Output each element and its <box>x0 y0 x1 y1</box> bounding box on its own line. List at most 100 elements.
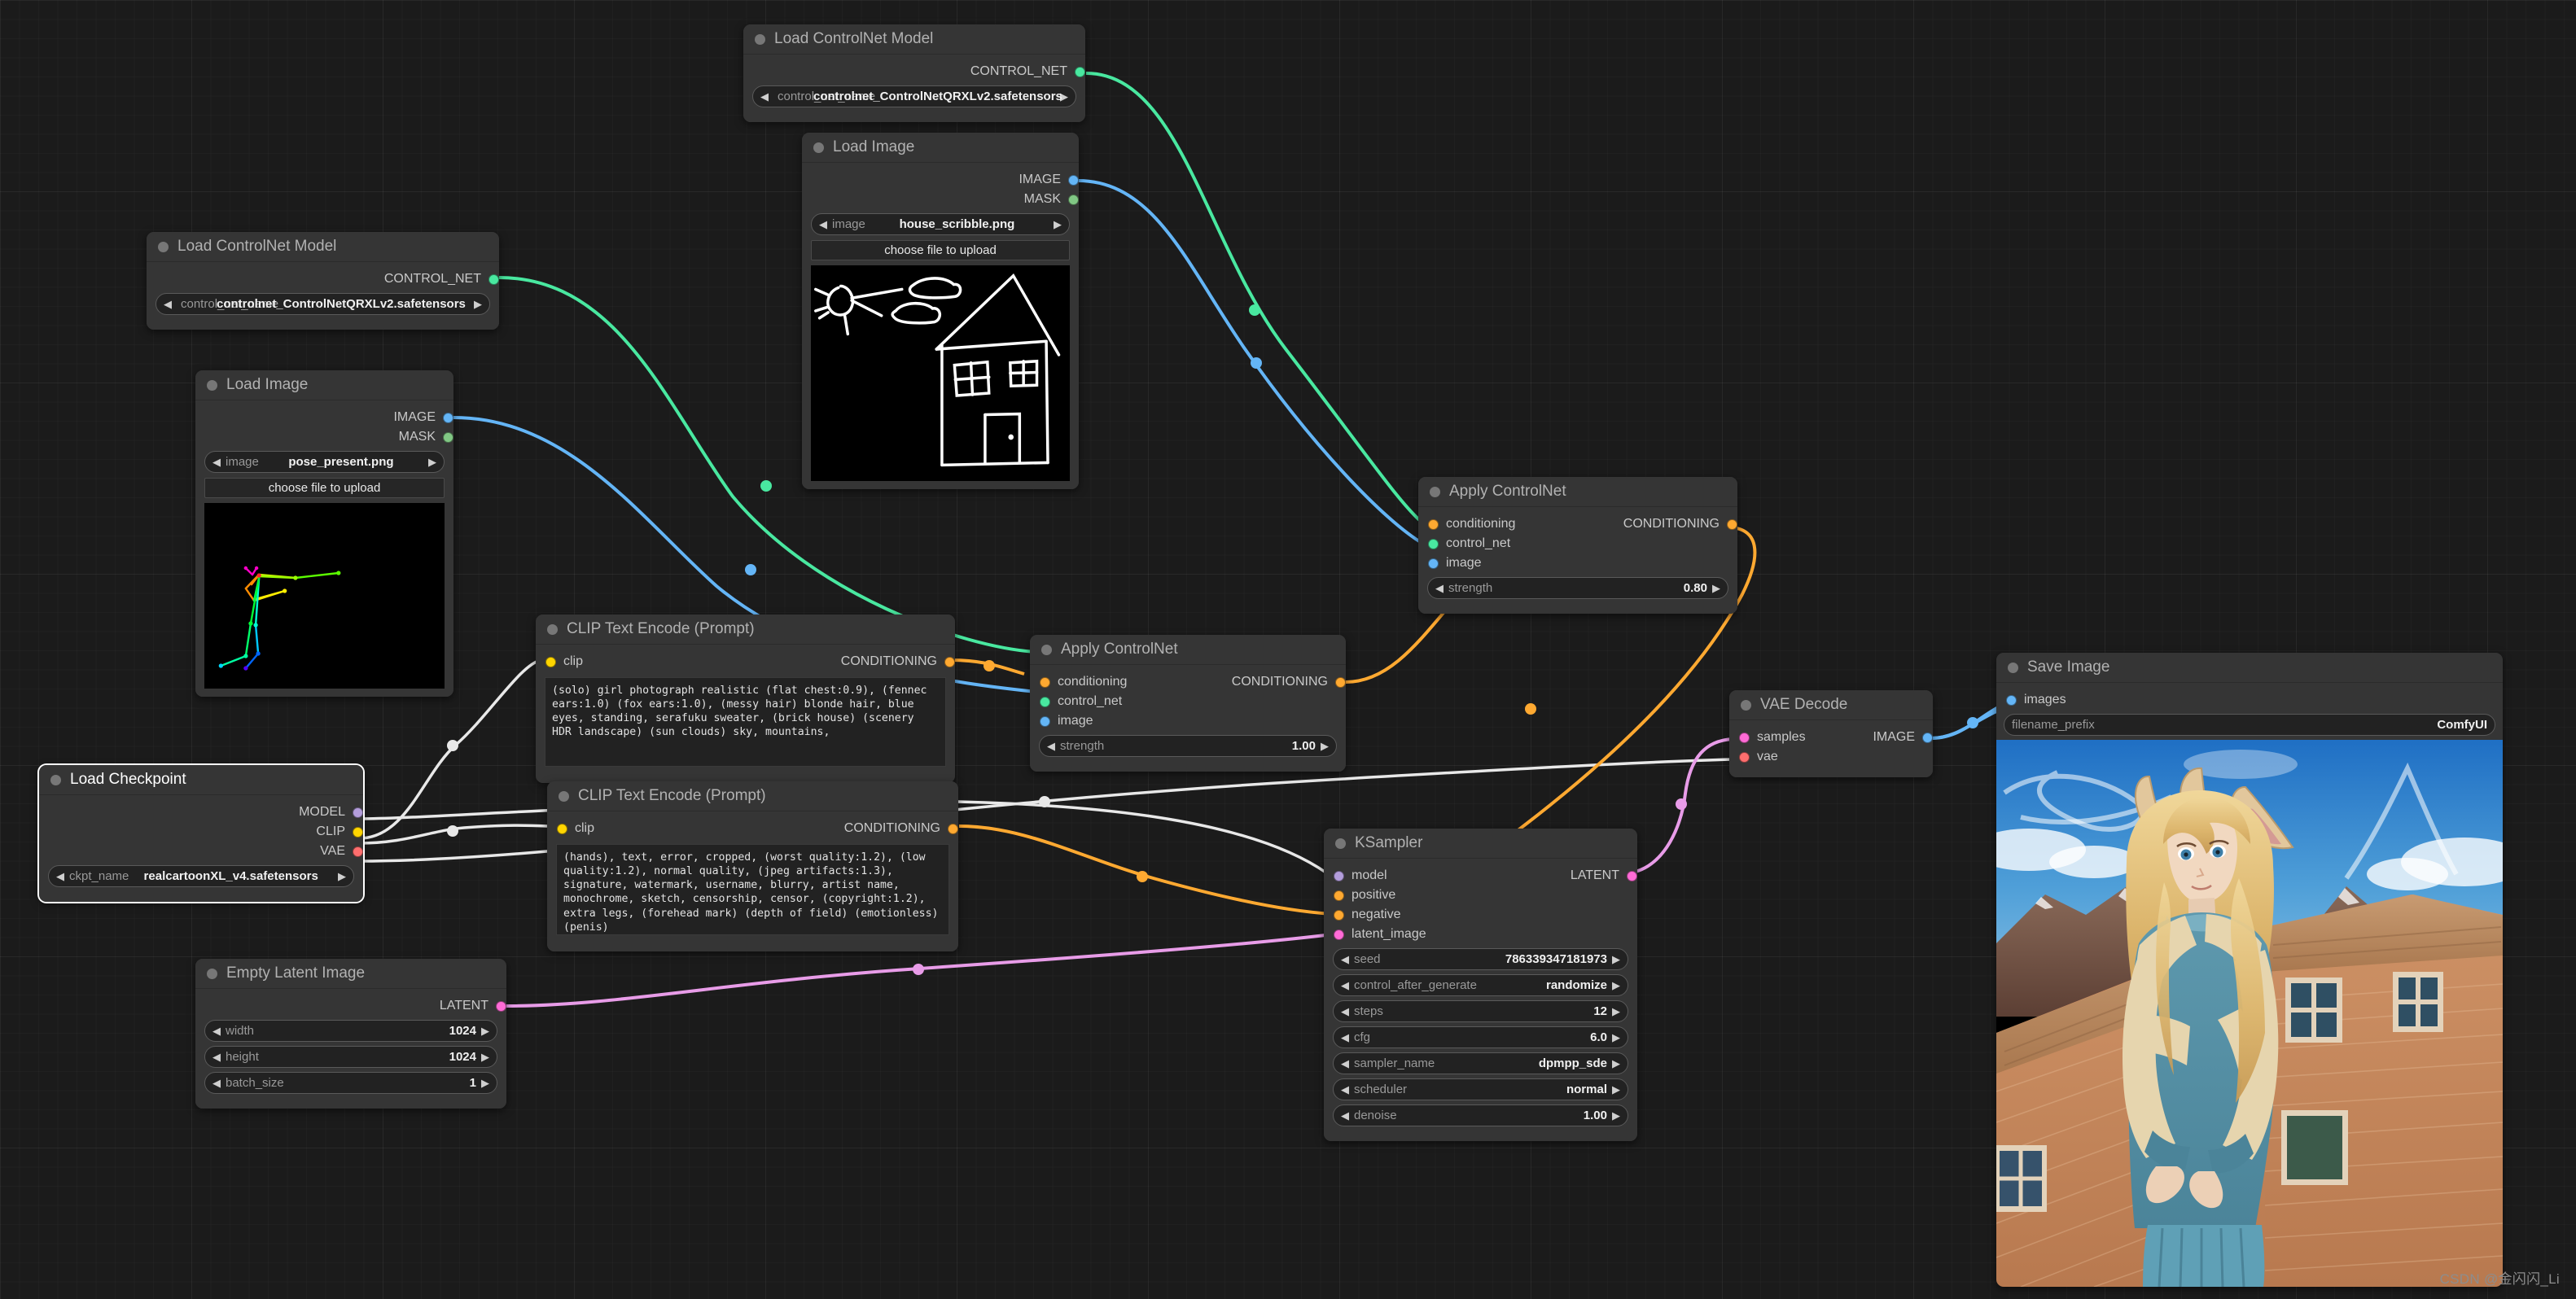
node-title-bar[interactable]: Load ControlNet Model <box>147 232 499 262</box>
chevron-left-icon[interactable]: ◀ <box>212 457 221 467</box>
output-slot-clip[interactable] <box>353 826 363 838</box>
chevron-right-icon[interactable]: ▶ <box>1054 219 1062 230</box>
node-ksampler[interactable]: KSampler model LATENT positive negative … <box>1324 829 1637 1141</box>
widget-cfg[interactable]: ◀ cfg 6.0 ▶ <box>1333 1026 1628 1048</box>
widget-steps[interactable]: ◀ steps 12 ▶ <box>1333 1000 1628 1022</box>
output-slot-control-net[interactable] <box>488 273 499 285</box>
chevron-left-icon[interactable]: ◀ <box>1435 583 1444 593</box>
chevron-right-icon[interactable]: ▶ <box>1712 583 1720 593</box>
widget-scheduler[interactable]: ◀ scheduler normal ▶ <box>1333 1078 1628 1100</box>
output-slot-latent[interactable] <box>1627 870 1637 881</box>
node-title-bar[interactable]: Load Image <box>195 370 453 400</box>
image-preview-house-scribble[interactable] <box>811 265 1070 481</box>
widget-seed[interactable]: ◀ seed 786339347181973 ▶ <box>1333 948 1628 970</box>
chevron-right-icon[interactable]: ▶ <box>428 457 436 467</box>
prompt-textarea-positive[interactable]: (solo) girl photograph realistic (flat c… <box>545 677 946 767</box>
collapse-dot-icon[interactable] <box>50 774 61 785</box>
node-clip-text-encode-negative[interactable]: CLIP Text Encode (Prompt) clip CONDITION… <box>547 781 958 951</box>
chevron-right-icon[interactable]: ▶ <box>1612 1084 1620 1095</box>
widget-denoise[interactable]: ◀ denoise 1.00 ▶ <box>1333 1104 1628 1126</box>
node-load-checkpoint[interactable]: Load Checkpoint MODEL CLIP VAE ◀ ckpt_na… <box>39 765 363 902</box>
node-load-controlnet-model-left[interactable]: Load ControlNet Model CONTROL_NET ◀ cont… <box>147 232 499 330</box>
node-save-image[interactable]: Save Image images filename_prefix ComfyU… <box>1996 653 2503 1287</box>
chevron-left-icon[interactable]: ◀ <box>819 219 827 230</box>
output-slot-image[interactable] <box>443 412 453 423</box>
chevron-right-icon[interactable]: ▶ <box>1321 741 1329 751</box>
output-slot-conditioning[interactable] <box>1727 518 1737 530</box>
collapse-dot-icon[interactable] <box>207 968 217 979</box>
input-slot-clip[interactable] <box>557 823 567 834</box>
output-slot-control-net[interactable] <box>1075 66 1085 77</box>
chevron-left-icon[interactable]: ◀ <box>56 871 64 881</box>
widget-height[interactable]: ◀ height 1024 ▶ <box>204 1046 497 1068</box>
chevron-left-icon[interactable]: ◀ <box>164 299 172 309</box>
collapse-dot-icon[interactable] <box>1741 699 1751 711</box>
widget-control-after-generate[interactable]: ◀ control_after_generate randomize ▶ <box>1333 974 1628 996</box>
node-title-bar[interactable]: Load Checkpoint <box>39 765 363 795</box>
node-title-bar[interactable]: CLIP Text Encode (Prompt) <box>547 781 958 811</box>
node-title-bar[interactable]: CLIP Text Encode (Prompt) <box>536 615 955 645</box>
chevron-left-icon[interactable]: ◀ <box>1341 1084 1349 1095</box>
chevron-right-icon[interactable]: ▶ <box>481 1052 489 1062</box>
collapse-dot-icon[interactable] <box>2008 662 2018 673</box>
node-title-bar[interactable]: Load ControlNet Model <box>743 24 1085 55</box>
collapse-dot-icon[interactable] <box>755 33 765 45</box>
chevron-left-icon[interactable]: ◀ <box>1341 1058 1349 1069</box>
widget-filename-prefix[interactable]: filename_prefix ComfyUI <box>2004 714 2495 736</box>
input-slot-image[interactable] <box>1040 715 1050 727</box>
chevron-left-icon[interactable]: ◀ <box>1341 1110 1349 1121</box>
input-slot-positive[interactable] <box>1334 890 1344 901</box>
collapse-dot-icon[interactable] <box>813 142 824 153</box>
output-slot-image[interactable] <box>1922 732 1933 743</box>
chevron-right-icon[interactable]: ▶ <box>1612 1058 1620 1069</box>
comfyui-graph-canvas[interactable]: Load ControlNet Model CONTROL_NET ◀ cont… <box>0 0 2576 1299</box>
image-preview-openpose[interactable] <box>204 503 445 689</box>
collapse-dot-icon[interactable] <box>158 241 169 252</box>
node-title-bar[interactable]: Empty Latent Image <box>195 959 506 989</box>
widget-sampler-name[interactable]: ◀ sampler_name dpmpp_sde ▶ <box>1333 1052 1628 1074</box>
chevron-left-icon[interactable]: ◀ <box>212 1078 221 1088</box>
collapse-dot-icon[interactable] <box>559 790 569 802</box>
collapse-dot-icon[interactable] <box>1335 838 1346 849</box>
widget-image-filename[interactable]: ◀ image pose_present.png ▶ <box>204 451 445 473</box>
node-load-image-top[interactable]: Load Image IMAGE MASK ◀ image house_scri… <box>802 133 1079 489</box>
chevron-left-icon[interactable]: ◀ <box>1341 1032 1349 1043</box>
input-slot-vae[interactable] <box>1739 751 1750 763</box>
output-slot-mask[interactable] <box>443 431 453 443</box>
input-slot-samples[interactable] <box>1739 732 1750 743</box>
output-slot-mask[interactable] <box>1068 194 1079 205</box>
input-slot-conditioning[interactable] <box>1428 518 1439 530</box>
collapse-dot-icon[interactable] <box>1430 486 1440 497</box>
collapse-dot-icon[interactable] <box>547 623 558 635</box>
input-slot-latent-image[interactable] <box>1334 929 1344 940</box>
node-title-bar[interactable]: Apply ControlNet <box>1418 477 1737 507</box>
node-title-bar[interactable]: Load Image <box>802 133 1079 163</box>
widget-width[interactable]: ◀ width 1024 ▶ <box>204 1020 497 1042</box>
widget-strength[interactable]: ◀ strength 1.00 ▶ <box>1039 735 1337 757</box>
node-load-image-left[interactable]: Load Image IMAGE MASK ◀ image pose_prese… <box>195 370 453 697</box>
node-title-bar[interactable]: Apply ControlNet <box>1030 635 1346 665</box>
node-empty-latent-image[interactable]: Empty Latent Image LATENT ◀ width 1024 ▶… <box>195 959 506 1109</box>
output-slot-conditioning[interactable] <box>948 823 958 834</box>
choose-file-upload-button[interactable]: choose file to upload <box>204 478 445 498</box>
chevron-right-icon[interactable]: ▶ <box>1612 980 1620 991</box>
output-slot-vae[interactable] <box>353 846 363 857</box>
chevron-right-icon[interactable]: ▶ <box>1612 954 1620 964</box>
widget-batch-size[interactable]: ◀ batch_size 1 ▶ <box>204 1072 497 1094</box>
input-slot-images[interactable] <box>2006 694 2017 706</box>
collapse-dot-icon[interactable] <box>207 379 217 391</box>
widget-strength[interactable]: ◀ strength 0.80 ▶ <box>1427 577 1728 599</box>
widget-image-filename[interactable]: ◀ image house_scribble.png ▶ <box>811 213 1070 235</box>
node-clip-text-encode-positive[interactable]: CLIP Text Encode (Prompt) clip CONDITION… <box>536 615 955 783</box>
chevron-right-icon[interactable]: ▶ <box>481 1078 489 1088</box>
collapse-dot-icon[interactable] <box>1041 644 1052 655</box>
chevron-right-icon[interactable]: ▶ <box>481 1026 489 1036</box>
node-apply-controlnet-1[interactable]: Apply ControlNet conditioning CONDITIONI… <box>1030 635 1346 772</box>
output-slot-conditioning[interactable] <box>944 656 955 667</box>
input-slot-control-net[interactable] <box>1040 696 1050 707</box>
node-title-bar[interactable]: VAE Decode <box>1729 690 1933 720</box>
output-slot-latent[interactable] <box>496 1000 506 1012</box>
widget-control-net-name[interactable]: ◀ control_net_name controlnet_ControlNet… <box>752 85 1076 107</box>
chevron-left-icon[interactable]: ◀ <box>760 91 769 102</box>
chevron-left-icon[interactable]: ◀ <box>1047 741 1055 751</box>
